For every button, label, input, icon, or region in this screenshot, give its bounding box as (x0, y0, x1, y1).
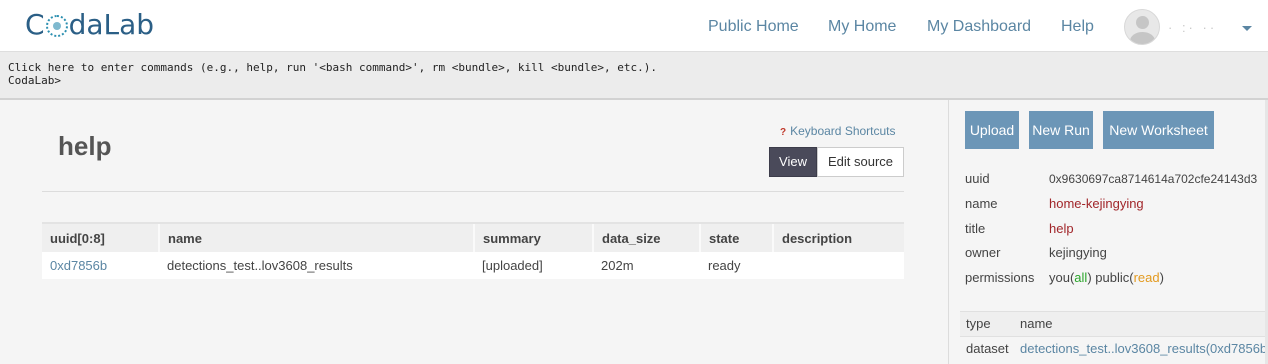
logo-text-start: C (25, 8, 45, 41)
meta-uuid-value: 0x9630697ca8714614a702cfe24143d3 (1049, 172, 1258, 186)
cell-summary: [uploaded] (474, 252, 593, 279)
meta-name-value[interactable]: home-kejingying (1049, 196, 1144, 211)
contents-name-link[interactable]: detections_test..lov3608_results(0xd7856… (1020, 341, 1268, 356)
col-uuid: uuid[0:8] (42, 222, 159, 252)
contents-type: dataset (966, 341, 1009, 356)
logo-text-end: daLab (68, 8, 155, 41)
table-row[interactable]: 0xd7856b detections_test..lov3608_result… (42, 252, 904, 279)
meta-name-label: name (965, 196, 998, 211)
logo-o-icon (45, 15, 68, 37)
top-navbar: CdaLab Public Home My Home My Dashboard … (0, 0, 1268, 51)
view-button[interactable]: View (769, 147, 817, 177)
perm-all: all (1074, 270, 1088, 285)
upload-button[interactable]: Upload (965, 111, 1019, 149)
cell-name: detections_test..lov3608_results (159, 252, 474, 279)
table-header-row: uuid[0:8] name summary data_size state d… (42, 222, 904, 252)
col-summary: summary (473, 222, 593, 252)
divider (42, 191, 904, 192)
perm-end: ) (1159, 270, 1164, 285)
meta-title-label: title (965, 221, 986, 236)
nav-my-home[interactable]: My Home (828, 18, 896, 36)
user-name[interactable]: · :· ·· (1168, 20, 1217, 35)
contents-row[interactable]: dataset detections_test..lov3608_results… (960, 336, 1268, 360)
edit-source-button[interactable]: Edit source (817, 147, 904, 177)
worksheet-title: help (58, 131, 112, 161)
col-data-size: data_size (592, 222, 700, 252)
terminal-hint: Click here to enter commands (e.g., help… (8, 61, 658, 74)
keyboard-shortcuts-label: Keyboard Shortcuts (790, 124, 896, 138)
nav-help[interactable]: Help (1061, 18, 1094, 36)
perm-you: you( (1049, 270, 1075, 285)
meta-permissions-label: permissions (965, 270, 1035, 285)
question-icon: ? (780, 127, 787, 138)
cell-description (773, 252, 904, 279)
terminal-prompt: CodaLab> (8, 74, 61, 87)
perm-public: ) public( (1087, 270, 1134, 285)
codalab-logo[interactable]: CdaLab (25, 8, 154, 41)
meta-permissions-value: you(all) public(read) (1049, 270, 1164, 285)
bundle-uuid-link[interactable]: 0xd7856b (50, 258, 107, 273)
cell-uuid: 0xd7856b (42, 252, 159, 279)
cell-data-size: 202m (593, 252, 700, 279)
new-worksheet-button[interactable]: New Worksheet (1103, 111, 1214, 149)
meta-uuid-label: uuid (965, 171, 990, 186)
cell-state: ready (700, 252, 773, 279)
contents-col-type: type (966, 316, 991, 331)
meta-title-value[interactable]: help (1049, 221, 1074, 236)
meta-owner-label: owner (965, 245, 1001, 260)
avatar[interactable] (1124, 9, 1160, 45)
nav-public-home[interactable]: Public Home (708, 18, 799, 36)
contents-col-name: name (1020, 316, 1053, 331)
col-state: state (699, 222, 773, 252)
nav-my-dashboard[interactable]: My Dashboard (927, 18, 1031, 36)
col-name: name (158, 222, 474, 252)
chevron-down-icon[interactable] (1242, 26, 1252, 31)
meta-owner-value: kejingying (1049, 245, 1107, 260)
contents-table-header: type name (960, 311, 1268, 336)
bundle-table: uuid[0:8] name summary data_size state d… (42, 222, 904, 279)
perm-read: read (1133, 270, 1160, 285)
worksheet-main: help ? Keyboard Shortcuts View Edit sourc… (0, 100, 948, 364)
keyboard-shortcuts-link[interactable]: ? Keyboard Shortcuts (780, 124, 896, 138)
col-description: description (772, 222, 904, 252)
command-terminal[interactable]: Click here to enter commands (e.g., help… (0, 51, 1268, 100)
new-run-button[interactable]: New Run (1029, 111, 1093, 149)
